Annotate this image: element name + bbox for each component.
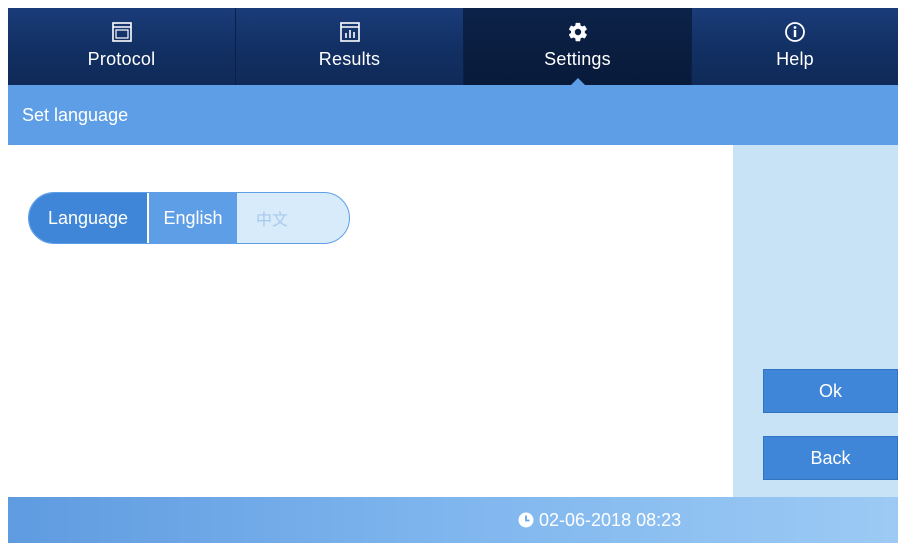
tab-settings-label: Settings [544,49,611,69]
status-bar: 02-06-2018 08:23 [8,497,898,543]
info-icon [783,20,807,44]
main-content: Language English 中文 [8,145,733,497]
language-option-english[interactable]: English [147,193,237,243]
tab-protocol-label: Protocol [87,49,156,69]
datetime-display: 02-06-2018 08:23 [518,497,681,543]
window-icon [110,20,134,44]
language-option-chinese[interactable]: 中文 [237,193,307,243]
page-title: Set language [22,104,129,125]
tab-results-label: Results [318,49,381,69]
tab-protocol[interactable]: Protocol [8,8,236,85]
tab-help-label: Help [776,49,814,69]
bar-chart-icon [338,20,362,44]
app-frame: Protocol Results Settings Help Set langu… [8,8,898,543]
datetime-text: 02-06-2018 08:23 [539,509,682,530]
page-header: Set language [8,85,898,145]
back-button[interactable]: Back [763,436,898,480]
tab-results[interactable]: Results [236,8,464,85]
top-navigation: Protocol Results Settings Help [8,8,898,85]
ok-button[interactable]: Ok [763,369,898,413]
language-label: Language [29,193,147,243]
tab-settings[interactable]: Settings [464,8,692,85]
clock-icon [518,512,534,528]
language-selector: Language English 中文 [28,192,350,244]
gear-icon [566,20,590,44]
tab-help[interactable]: Help [692,8,898,85]
